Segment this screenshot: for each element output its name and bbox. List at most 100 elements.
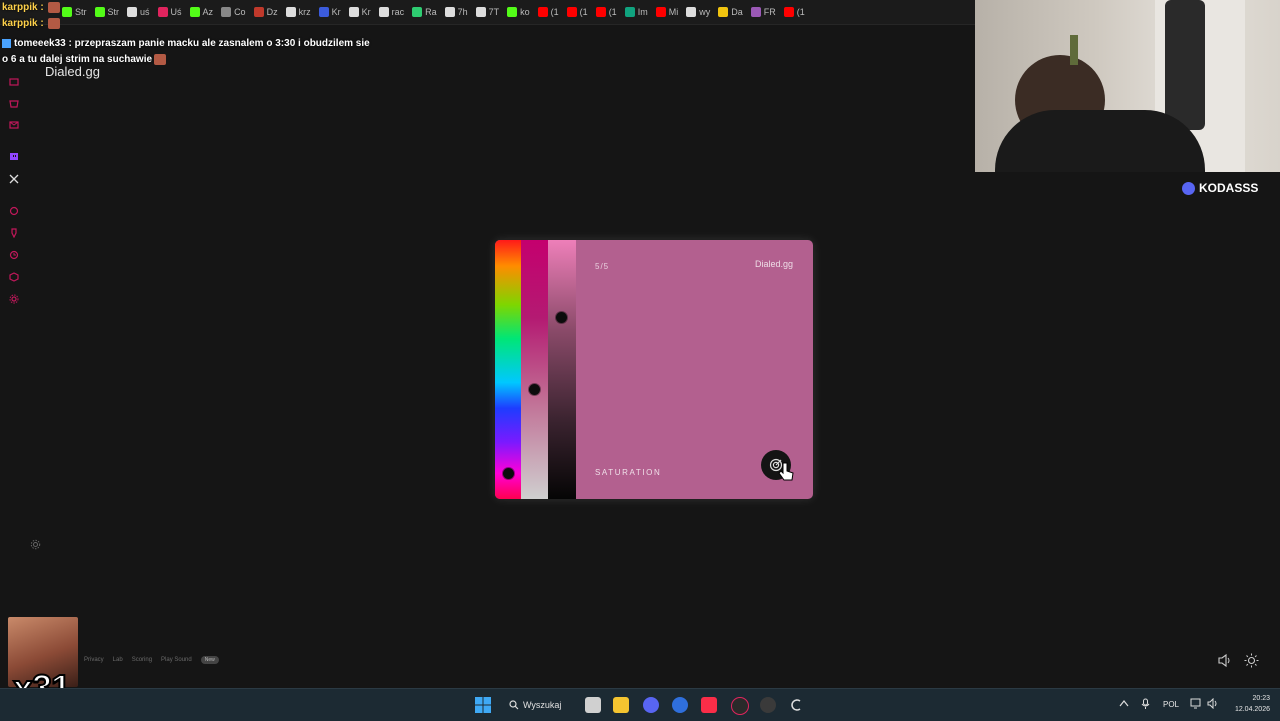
browser-tab[interactable]: (1 [534,0,563,24]
footer-link-lab[interactable]: Lab [113,657,123,663]
tab-label: Ra [425,7,437,17]
file-explorer-icon[interactable] [613,697,629,713]
tab-label: (1 [796,7,805,17]
step-indicator: 5/5 [595,262,610,271]
tab-favicon-icon [348,7,359,17]
chat-emote [154,53,167,65]
color-picker-card: 5/5 Dialed.gg SATURATION [495,240,813,499]
new-badge: New [200,656,219,664]
mail-icon[interactable] [7,118,20,131]
footer-link-scoring[interactable]: Scoring [132,657,152,663]
browser-tab[interactable]: Kr [315,0,345,24]
hue-slider[interactable] [495,240,522,499]
hue-knob[interactable] [503,468,514,479]
tab-label: Str [75,7,87,17]
browser-tab[interactable]: Uś [154,0,186,24]
tab-favicon-icon [127,7,138,17]
footer-link-play-sound[interactable]: Play Sound [161,657,192,663]
footer-link-privacy[interactable]: Privacy [84,657,104,663]
tab-favicon-icon [624,7,635,17]
tab-label: Co [234,7,246,17]
chat-message: tomeeek33 : przepraszam panie macku ale … [2,36,370,52]
tab-favicon-icon [444,7,455,17]
browser-tab[interactable]: Str [58,0,91,24]
app-icon[interactable] [789,697,805,713]
browser-tab[interactable]: Co [217,0,250,24]
windows-taskbar: Wyszukaj POL 20:23 12.04.2026 [0,688,1280,721]
microphone-icon[interactable] [1141,698,1150,712]
browser-app-icon[interactable] [672,697,688,713]
language-indicator[interactable]: POL [1163,700,1179,709]
obs-app-icon[interactable] [760,697,776,713]
tab-label: Mi [668,7,679,17]
tab-favicon-icon [412,7,423,17]
browser-tab[interactable]: uś [123,0,154,24]
browser-tab[interactable]: Mi [652,0,683,24]
volume-icon[interactable] [1217,653,1232,668]
sun-icon[interactable] [1244,653,1259,668]
tab-favicon-icon [475,7,486,17]
tab-label: Kr [331,7,341,17]
brightness-slider[interactable] [548,240,576,499]
saturation-knob[interactable] [529,384,540,395]
browser-tab[interactable]: FR [747,0,780,24]
browser-tab[interactable]: Str [91,0,124,24]
webcam-feed [975,0,1280,172]
tab-favicon-icon [157,7,168,17]
browser-tab[interactable]: 7h [441,0,472,24]
tab-favicon-icon [783,7,794,17]
browser-tab[interactable]: Kr [345,0,375,24]
tab-favicon-icon [318,7,329,17]
bag-icon[interactable] [7,74,20,87]
circle-icon[interactable] [7,204,20,217]
tab-favicon-icon [285,7,296,17]
browser-tab[interactable]: rac [375,0,409,24]
saturation-slider[interactable] [521,240,549,499]
taskbar-search[interactable]: Wyszukaj [509,697,561,713]
browser-tab[interactable]: ko [503,0,534,24]
gear-icon[interactable] [7,292,20,305]
browser-tab-strip: Str Str uś Uś Az Co Dz krz Kr Kr rac Ra 7h 7T ko (1 (1 (1… [0,0,975,25]
opera-gx-icon[interactable] [731,697,749,715]
tab-label: 7T [488,7,500,17]
tab-label: ko [520,7,530,17]
discord-icon [1182,181,1195,195]
browser-tab[interactable]: Az [186,0,218,24]
tab-favicon-icon [253,7,264,17]
network-icon[interactable] [1190,698,1202,711]
tab-label: Uś [170,7,182,17]
brightness-knob[interactable] [556,312,567,323]
browser-tab[interactable]: (1 [780,0,809,24]
task-view-icon[interactable] [585,697,601,713]
search-icon [509,700,519,710]
site-title[interactable]: Dialed.gg [45,64,100,79]
settings-icon[interactable] [30,537,41,550]
card-brand: Dialed.gg [754,259,793,269]
chevron-up-icon[interactable] [1119,699,1129,709]
browser-tab[interactable]: krz [282,0,315,24]
tab-favicon-icon [378,7,389,17]
speaker-icon[interactable] [1207,697,1219,711]
browser-tab[interactable]: wy [682,0,714,24]
browser-tab[interactable]: (1 [592,0,621,24]
cube-icon[interactable] [7,270,20,283]
clock-icon[interactable] [7,248,20,261]
discord-app-icon[interactable] [643,697,659,713]
browser-tab[interactable]: 7T [472,0,504,24]
x-icon[interactable] [7,172,20,185]
pin-icon[interactable] [7,226,20,239]
browser-tab[interactable]: Da [714,0,747,24]
tab-favicon-icon [507,7,518,17]
chat-username: tomeeek33 [14,38,66,49]
music-app-icon[interactable] [701,697,717,713]
browser-tab[interactable]: Im [621,0,652,24]
windows-start-icon[interactable] [475,697,491,713]
twitch-icon[interactable] [7,150,20,163]
browser-tab[interactable]: Ra [408,0,441,24]
store-icon[interactable] [7,96,20,109]
tab-label: FR [763,7,776,17]
taskbar-clock[interactable]: 20:23 12.04.2026 [1226,693,1270,715]
tab-label: 7h [457,7,468,17]
browser-tab[interactable]: Dz [250,0,282,24]
browser-tab[interactable]: (1 [563,0,592,24]
